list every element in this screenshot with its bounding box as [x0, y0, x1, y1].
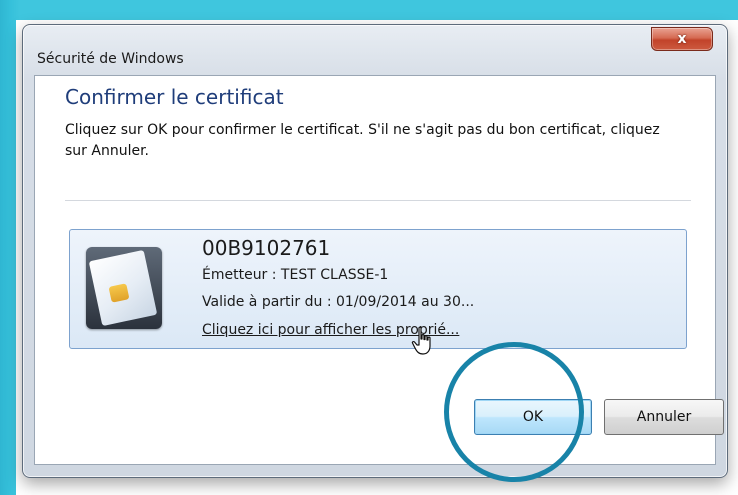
close-icon: x: [677, 31, 687, 47]
dialog-heading: Confirmer le certificat: [65, 85, 284, 109]
ok-button[interactable]: OK: [474, 399, 592, 435]
close-button[interactable]: x: [651, 27, 713, 51]
certificate-issuer: Émetteur : TEST CLASSE-1: [202, 267, 389, 283]
certificate-tile[interactable]: 00B9102761 Émetteur : TEST CLASSE-1 Vali…: [69, 229, 687, 349]
window-title: Sécurité de Windows: [37, 51, 184, 67]
divider: [65, 200, 691, 201]
smart-card-icon: [86, 247, 162, 329]
hand-cursor-icon: [411, 326, 431, 355]
dialog-instructions: Cliquez sur OK pour confirmer le certifi…: [65, 122, 660, 159]
windows-security-dialog: Sécurité de Windows x Confirmer le certi…: [22, 24, 728, 478]
certificate-serial: 00B9102761: [202, 236, 331, 260]
cancel-button[interactable]: Annuler: [604, 399, 724, 435]
certificate-validity: Valide à partir du : 01/09/2014 au 30...: [202, 294, 475, 310]
